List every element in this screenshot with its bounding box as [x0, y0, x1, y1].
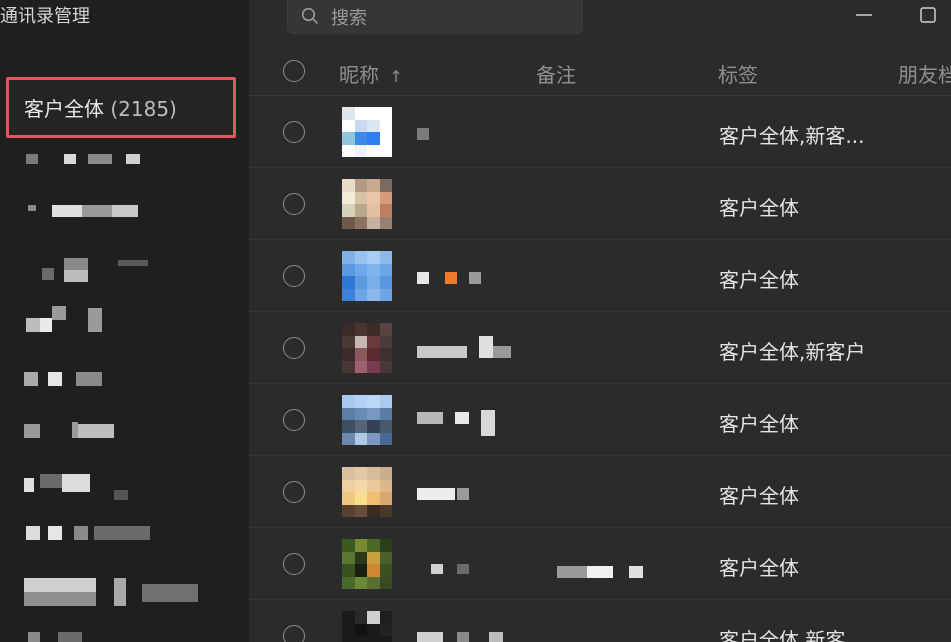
row-select-radio[interactable]: [283, 553, 305, 575]
table-row[interactable]: 客户全体,新客...: [249, 96, 951, 168]
table-row[interactable]: 客户全体,新客: [249, 600, 951, 642]
row-select-radio[interactable]: [283, 625, 305, 642]
row-select-radio[interactable]: [283, 193, 305, 215]
sidebar-group-item[interactable]: [22, 366, 222, 392]
sort-arrow-icon: ↑: [389, 67, 403, 86]
sidebar-group-selected[interactable]: 客户全体 (2185): [6, 77, 236, 138]
search-placeholder: 搜索: [331, 8, 367, 29]
sidebar-group-item[interactable]: [22, 306, 222, 332]
avatar: [342, 179, 392, 229]
search-icon: [301, 7, 319, 25]
table-row[interactable]: 客户全体,新客户: [249, 312, 951, 384]
row-select-radio[interactable]: [283, 481, 305, 503]
search-box[interactable]: 搜索: [287, 0, 583, 34]
nickname-obscured: [417, 628, 557, 642]
select-all-radio[interactable]: [283, 60, 305, 82]
row-tags: 客户全体: [719, 268, 799, 292]
avatar: [342, 539, 392, 589]
window-title: 通讯录管理: [0, 6, 90, 27]
remark-obscured: [545, 556, 665, 578]
table-header: 昵称 ↑ 备注 标签 朋友档: [249, 46, 951, 96]
avatar: [342, 611, 392, 642]
column-tags[interactable]: 标签: [718, 59, 758, 88]
group-name: 客户全体: [24, 97, 104, 121]
row-select-radio[interactable]: [283, 121, 305, 143]
column-nickname[interactable]: 昵称 ↑: [339, 59, 403, 88]
row-tags: 客户全体: [719, 196, 799, 220]
contacts-manager-window: 通讯录管理 客户全体 (2185) 搜索 昵称 ↑ 备注 标签 朋友档 客户全体…: [0, 0, 951, 642]
maximize-icon[interactable]: [917, 4, 941, 26]
nickname-obscured: [417, 410, 557, 436]
sidebar-group-item[interactable]: [22, 200, 222, 226]
table-row[interactable]: 客户全体: [249, 240, 951, 312]
nickname-obscured: [417, 124, 557, 142]
row-tags: 客户全体: [719, 484, 799, 508]
table-row[interactable]: 客户全体: [249, 456, 951, 528]
row-tags: 客户全体: [719, 412, 799, 436]
avatar: [342, 251, 392, 301]
avatar: [342, 107, 392, 157]
avatar: [342, 467, 392, 517]
table-row[interactable]: 客户全体: [249, 384, 951, 456]
row-tags: 客户全体,新客: [719, 628, 846, 642]
avatar: [342, 323, 392, 373]
nickname-obscured: [417, 484, 557, 502]
column-moments[interactable]: 朋友档: [898, 59, 951, 88]
sidebar: 通讯录管理 客户全体 (2185): [0, 0, 249, 642]
sidebar-group-item[interactable]: [22, 418, 222, 444]
nickname-obscured: [417, 336, 557, 358]
sidebar-group-item[interactable]: [22, 628, 222, 642]
main-panel: 搜索 昵称 ↑ 备注 标签 朋友档 客户全体,新客... 客户全体 客户全体 客…: [249, 0, 951, 642]
table-row[interactable]: 客户全体: [249, 168, 951, 240]
sidebar-group-item[interactable]: [22, 148, 222, 174]
group-count: (2185): [110, 97, 177, 121]
row-tags: 客户全体,新客户: [719, 340, 866, 364]
table-row[interactable]: 客户全体: [249, 528, 951, 600]
nickname-obscured: [417, 556, 557, 574]
row-select-radio[interactable]: [283, 337, 305, 359]
sidebar-group-item[interactable]: [22, 520, 222, 546]
sidebar-group-item[interactable]: [22, 470, 222, 500]
row-tags: 客户全体: [719, 556, 799, 580]
sidebar-group-label: 客户全体 (2185): [24, 93, 177, 122]
row-select-radio[interactable]: [283, 265, 305, 287]
column-nickname-label: 昵称: [339, 63, 379, 87]
minimize-icon[interactable]: [852, 4, 876, 26]
sidebar-group-item[interactable]: [22, 576, 222, 606]
row-select-radio[interactable]: [283, 409, 305, 431]
sidebar-group-item[interactable]: [22, 258, 222, 284]
row-tags: 客户全体,新客...: [719, 124, 865, 148]
nickname-obscured: [417, 268, 557, 286]
column-remark[interactable]: 备注: [536, 59, 576, 88]
avatar: [342, 395, 392, 445]
